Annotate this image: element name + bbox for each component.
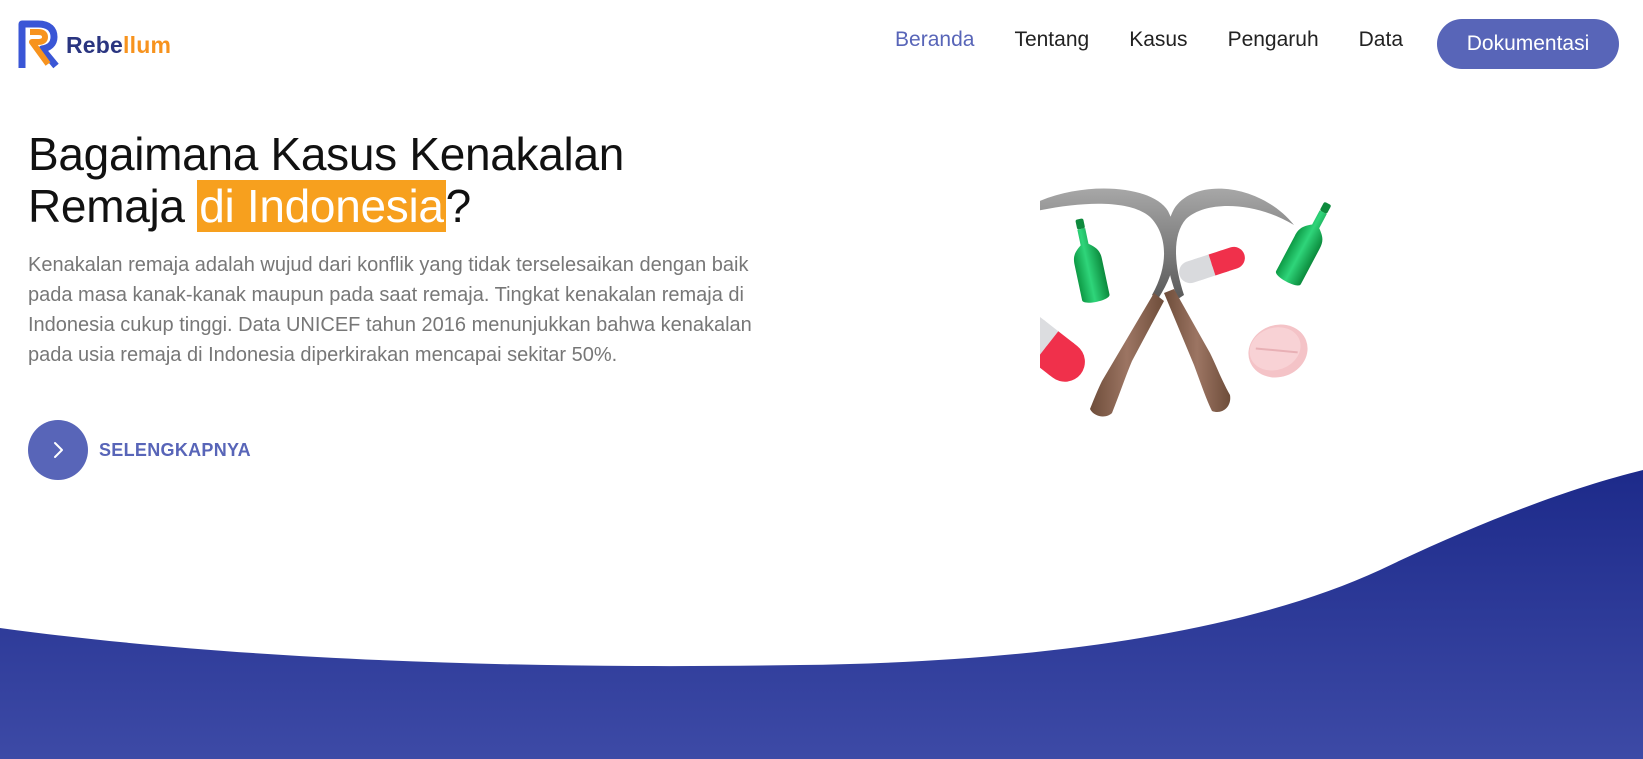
capsule-small <box>1179 246 1245 284</box>
main-nav: Beranda Tentang Kasus Pengaruh Data <box>855 28 1403 52</box>
nav-link-data[interactable]: Data <box>1359 28 1403 52</box>
decorative-wave <box>0 470 1643 759</box>
sickle-handle-left <box>1090 293 1164 417</box>
nav-link-tentang[interactable]: Tentang <box>1014 28 1089 52</box>
brand-name: Rebellum <box>66 31 172 58</box>
nav-link-pengaruh[interactable]: Pengaruh <box>1228 28 1319 52</box>
hero-title: Bagaimana Kasus Kenakalan Remaja di Indon… <box>28 128 828 232</box>
green-bottle-left <box>1073 218 1110 303</box>
hero-title-line1: Bagaimana Kasus Kenakalan <box>28 128 625 180</box>
documentation-button[interactable]: Dokumentasi <box>1437 19 1619 69</box>
rebellum-logo-icon <box>18 20 59 69</box>
sickle-handle-right <box>1164 289 1231 413</box>
sickle-blade-right <box>1166 188 1294 299</box>
sickles-bottles-pills-illustration <box>1040 188 1331 417</box>
navbar: Rebellum Beranda Tentang Kasus Pengaruh … <box>0 0 1643 90</box>
hero-description: Kenakalan remaja adalah wujud dari konfl… <box>28 254 752 366</box>
hero-title-line2-prefix: Remaja <box>28 180 198 232</box>
read-more-label: SELENGKAPNYA <box>99 439 251 460</box>
capsule-large <box>1040 313 1085 382</box>
nav-link-kasus[interactable]: Kasus <box>1129 28 1187 52</box>
chevron-right-icon <box>54 442 63 458</box>
brand-logo[interactable]: Rebellum <box>16 16 171 70</box>
pink-tablet <box>1248 324 1308 378</box>
hero-title-highlight: di Indonesia <box>197 180 446 232</box>
nav-link-beranda[interactable]: Beranda <box>895 28 974 52</box>
sickle-blade-left <box>1040 188 1176 299</box>
hero-title-suffix: ? <box>445 180 472 232</box>
green-bottle-right <box>1276 202 1331 286</box>
